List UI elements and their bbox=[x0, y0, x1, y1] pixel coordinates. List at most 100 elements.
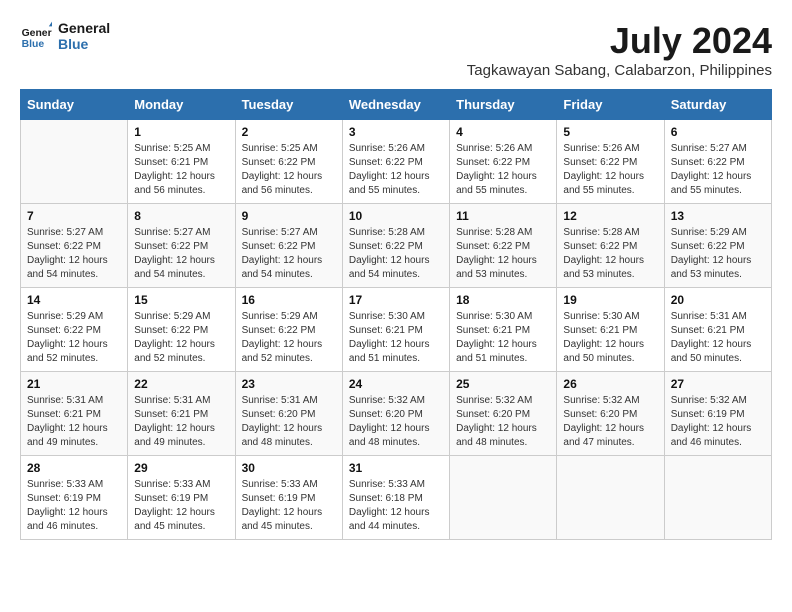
day-info: Sunrise: 5:29 AMSunset: 6:22 PMDaylight:… bbox=[27, 310, 121, 366]
day-info: Sunrise: 5:28 AMSunset: 6:22 PMDaylight:… bbox=[349, 226, 443, 282]
day-number: 5 bbox=[563, 125, 657, 139]
day-number: 28 bbox=[27, 461, 121, 475]
svg-text:General: General bbox=[22, 28, 52, 39]
day-number: 7 bbox=[27, 209, 121, 223]
day-number: 6 bbox=[671, 125, 765, 139]
day-number: 4 bbox=[456, 125, 550, 139]
calendar-cell: 10 Sunrise: 5:28 AMSunset: 6:22 PMDayligh… bbox=[342, 204, 449, 288]
day-header-monday: Monday bbox=[128, 90, 235, 120]
day-number: 11 bbox=[456, 209, 550, 223]
calendar-cell: 14 Sunrise: 5:29 AMSunset: 6:22 PMDayligh… bbox=[21, 288, 128, 372]
day-number: 13 bbox=[671, 209, 765, 223]
calendar-cell: 3Sunrise: 5:26 AMSunset: 6:22 PMDaylight… bbox=[342, 120, 449, 204]
day-info: Sunrise: 5:29 AMSunset: 6:22 PMDaylight:… bbox=[242, 310, 336, 366]
day-number: 2 bbox=[242, 125, 336, 139]
day-number: 17 bbox=[349, 293, 443, 307]
calendar-cell: 5Sunrise: 5:26 AMSunset: 6:22 PMDaylight… bbox=[557, 120, 664, 204]
day-number: 24 bbox=[349, 377, 443, 391]
day-info: Sunrise: 5:29 AMSunset: 6:22 PMDaylight:… bbox=[671, 226, 765, 282]
day-info: Sunrise: 5:26 AMSunset: 6:22 PMDaylight:… bbox=[456, 142, 550, 198]
day-number: 21 bbox=[27, 377, 121, 391]
calendar-cell: 9Sunrise: 5:27 AMSunset: 6:22 PMDaylight… bbox=[235, 204, 342, 288]
day-number: 18 bbox=[456, 293, 550, 307]
day-number: 25 bbox=[456, 377, 550, 391]
day-header-wednesday: Wednesday bbox=[342, 90, 449, 120]
day-info: Sunrise: 5:33 AMSunset: 6:18 PMDaylight:… bbox=[349, 478, 443, 534]
calendar-cell: 20 Sunrise: 5:31 AMSunset: 6:21 PMDayligh… bbox=[664, 288, 771, 372]
day-info: Sunrise: 5:33 AMSunset: 6:19 PMDaylight:… bbox=[27, 478, 121, 534]
day-header-saturday: Saturday bbox=[664, 90, 771, 120]
month-year: July 2024 bbox=[467, 20, 772, 62]
day-number: 10 bbox=[349, 209, 443, 223]
day-info: Sunrise: 5:33 AMSunset: 6:19 PMDaylight:… bbox=[242, 478, 336, 534]
calendar-cell bbox=[557, 456, 664, 540]
day-info: Sunrise: 5:31 AMSunset: 6:21 PMDaylight:… bbox=[134, 394, 228, 450]
day-header-sunday: Sunday bbox=[21, 90, 128, 120]
calendar-cell: 12 Sunrise: 5:28 AMSunset: 6:22 PMDayligh… bbox=[557, 204, 664, 288]
calendar-cell bbox=[450, 456, 557, 540]
day-info: Sunrise: 5:30 AMSunset: 6:21 PMDaylight:… bbox=[349, 310, 443, 366]
logo-line2: Blue bbox=[58, 36, 110, 52]
calendar-cell: 13 Sunrise: 5:29 AMSunset: 6:22 PMDayligh… bbox=[664, 204, 771, 288]
day-info: Sunrise: 5:32 AMSunset: 6:19 PMDaylight:… bbox=[671, 394, 765, 450]
calendar-cell: 16 Sunrise: 5:29 AMSunset: 6:22 PMDayligh… bbox=[235, 288, 342, 372]
calendar-cell: 30 Sunrise: 5:33 AMSunset: 6:19 PMDayligh… bbox=[235, 456, 342, 540]
calendar-table: SundayMondayTuesdayWednesdayThursdayFrid… bbox=[20, 89, 772, 540]
day-header-tuesday: Tuesday bbox=[235, 90, 342, 120]
calendar-cell: 23 Sunrise: 5:31 AMSunset: 6:20 PMDayligh… bbox=[235, 372, 342, 456]
day-info: Sunrise: 5:31 AMSunset: 6:21 PMDaylight:… bbox=[671, 310, 765, 366]
calendar-cell: 28 Sunrise: 5:33 AMSunset: 6:19 PMDayligh… bbox=[21, 456, 128, 540]
calendar-cell: 18 Sunrise: 5:30 AMSunset: 6:21 PMDayligh… bbox=[450, 288, 557, 372]
calendar-cell bbox=[21, 120, 128, 204]
calendar-cell: 1 Sunrise: 5:25 AMSunset: 6:21 PMDaylight… bbox=[128, 120, 235, 204]
logo-line1: General bbox=[58, 20, 110, 36]
calendar-cell: 27Sunrise: 5:32 AMSunset: 6:19 PMDayligh… bbox=[664, 372, 771, 456]
day-number: 26 bbox=[563, 377, 657, 391]
day-info: Sunrise: 5:28 AMSunset: 6:22 PMDaylight:… bbox=[563, 226, 657, 282]
day-number: 15 bbox=[134, 293, 228, 307]
day-number: 31 bbox=[349, 461, 443, 475]
day-number: 30 bbox=[242, 461, 336, 475]
calendar-cell: 4 Sunrise: 5:26 AMSunset: 6:22 PMDaylight… bbox=[450, 120, 557, 204]
calendar-cell: 26 Sunrise: 5:32 AMSunset: 6:20 PMDayligh… bbox=[557, 372, 664, 456]
calendar-cell: 2Sunrise: 5:25 AMSunset: 6:22 PMDaylight… bbox=[235, 120, 342, 204]
day-info: Sunrise: 5:32 AMSunset: 6:20 PMDaylight:… bbox=[456, 394, 550, 450]
calendar-cell: 22 Sunrise: 5:31 AMSunset: 6:21 PMDayligh… bbox=[128, 372, 235, 456]
day-header-thursday: Thursday bbox=[450, 90, 557, 120]
day-number: 16 bbox=[242, 293, 336, 307]
day-number: 22 bbox=[134, 377, 228, 391]
day-info: Sunrise: 5:31 AMSunset: 6:21 PMDaylight:… bbox=[27, 394, 121, 450]
day-number: 12 bbox=[563, 209, 657, 223]
day-info: Sunrise: 5:30 AMSunset: 6:21 PMDaylight:… bbox=[563, 310, 657, 366]
day-info: Sunrise: 5:25 AMSunset: 6:21 PMDaylight:… bbox=[134, 142, 228, 198]
calendar-cell: 11 Sunrise: 5:28 AMSunset: 6:22 PMDayligh… bbox=[450, 204, 557, 288]
calendar-cell: 21 Sunrise: 5:31 AMSunset: 6:21 PMDayligh… bbox=[21, 372, 128, 456]
title-block: July 2024 Tagkawayan Sabang, Calabarzon,… bbox=[467, 20, 772, 79]
logo: General Blue General Blue bbox=[20, 20, 110, 52]
calendar-cell bbox=[664, 456, 771, 540]
calendar-cell: 25 Sunrise: 5:32 AMSunset: 6:20 PMDayligh… bbox=[450, 372, 557, 456]
day-info: Sunrise: 5:27 AMSunset: 6:22 PMDaylight:… bbox=[27, 226, 121, 282]
calendar-cell: 6 Sunrise: 5:27 AMSunset: 6:22 PMDaylight… bbox=[664, 120, 771, 204]
calendar-cell: 24 Sunrise: 5:32 AMSunset: 6:20 PMDayligh… bbox=[342, 372, 449, 456]
day-info: Sunrise: 5:27 AMSunset: 6:22 PMDaylight:… bbox=[671, 142, 765, 198]
day-info: Sunrise: 5:28 AMSunset: 6:22 PMDaylight:… bbox=[456, 226, 550, 282]
day-number: 23 bbox=[242, 377, 336, 391]
day-info: Sunrise: 5:31 AMSunset: 6:20 PMDaylight:… bbox=[242, 394, 336, 450]
day-number: 1 bbox=[134, 125, 228, 139]
day-info: Sunrise: 5:30 AMSunset: 6:21 PMDaylight:… bbox=[456, 310, 550, 366]
calendar-cell: 7 Sunrise: 5:27 AMSunset: 6:22 PMDaylight… bbox=[21, 204, 128, 288]
logo-icon: General Blue bbox=[20, 20, 52, 52]
calendar-cell: 8Sunrise: 5:27 AMSunset: 6:22 PMDaylight… bbox=[128, 204, 235, 288]
day-number: 14 bbox=[27, 293, 121, 307]
day-info: Sunrise: 5:32 AMSunset: 6:20 PMDaylight:… bbox=[349, 394, 443, 450]
day-number: 20 bbox=[671, 293, 765, 307]
calendar-cell: 19Sunrise: 5:30 AMSunset: 6:21 PMDayligh… bbox=[557, 288, 664, 372]
day-header-friday: Friday bbox=[557, 90, 664, 120]
calendar-cell: 17 Sunrise: 5:30 AMSunset: 6:21 PMDayligh… bbox=[342, 288, 449, 372]
day-info: Sunrise: 5:32 AMSunset: 6:20 PMDaylight:… bbox=[563, 394, 657, 450]
location: Tagkawayan Sabang, Calabarzon, Philippin… bbox=[467, 62, 772, 79]
day-info: Sunrise: 5:27 AMSunset: 6:22 PMDaylight:… bbox=[242, 226, 336, 282]
day-info: Sunrise: 5:33 AMSunset: 6:19 PMDaylight:… bbox=[134, 478, 228, 534]
day-info: Sunrise: 5:29 AMSunset: 6:22 PMDaylight:… bbox=[134, 310, 228, 366]
